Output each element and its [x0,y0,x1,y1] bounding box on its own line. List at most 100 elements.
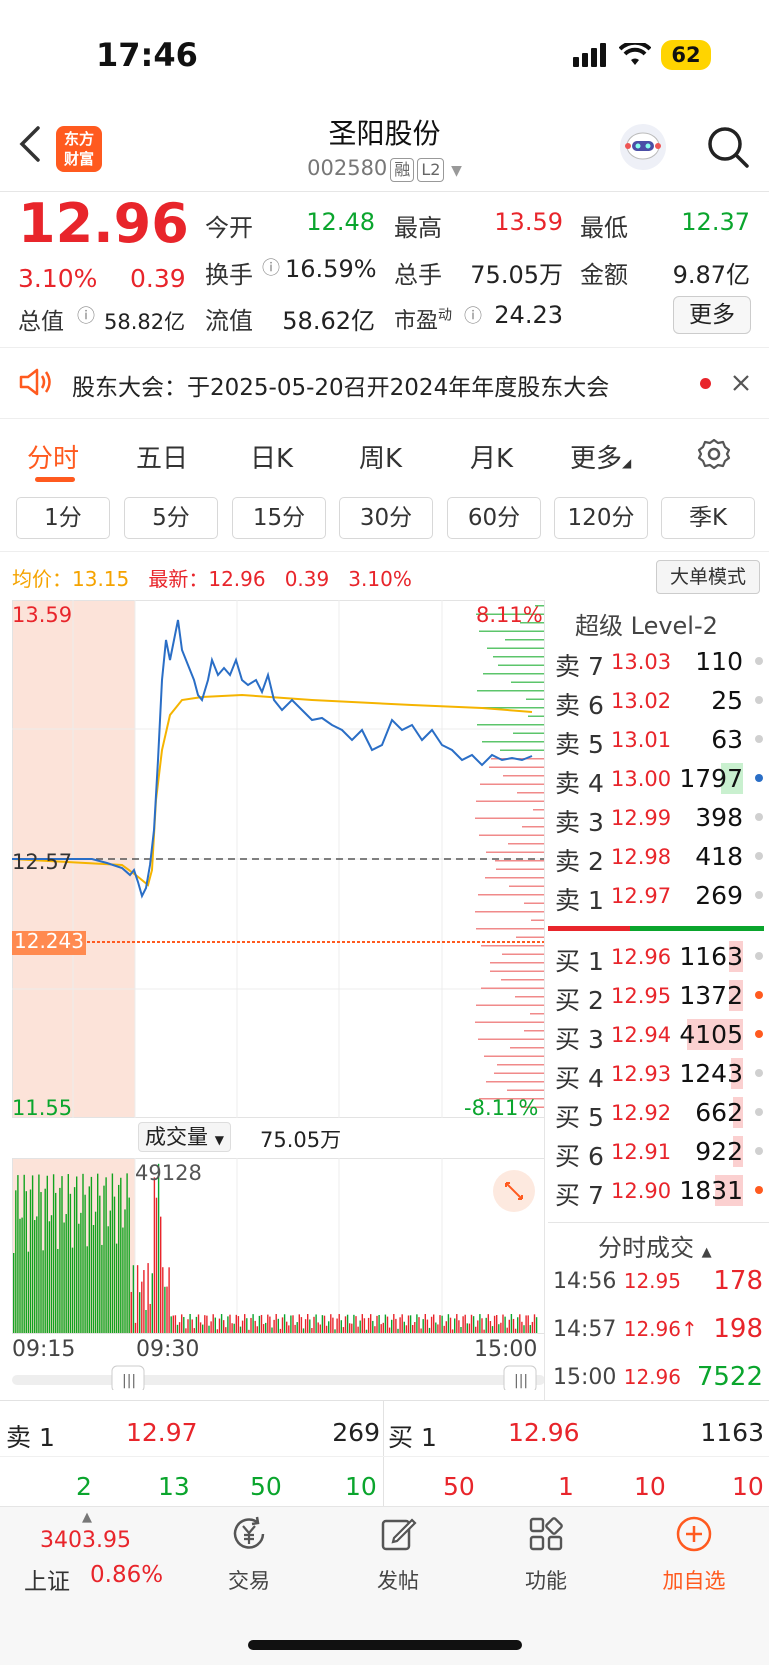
volume-bar [99,1195,101,1333]
depth-bar [500,749,545,751]
volume-bar [521,1321,523,1333]
close-icon[interactable] [732,374,750,392]
chip-1min[interactable]: 1分 [16,497,110,539]
volume-bar [183,1317,185,1333]
depth-bar [531,919,545,921]
volume-bar [517,1317,519,1333]
volume-bar [120,1177,122,1333]
status-dot [755,657,763,665]
tab-post[interactable]: 发帖 [338,1514,458,1595]
ask-price: 13.00 [611,767,672,791]
margin-tag: 融 [390,158,415,182]
chip-60min[interactable]: 60分 [447,497,541,539]
tab-weekly-k[interactable]: 周K [359,438,402,475]
depth-bar [522,826,545,828]
volume-bar [464,1314,466,1333]
depth-bar [498,664,545,666]
info-icon[interactable]: ⓘ [262,254,280,280]
volume-bar [181,1314,183,1333]
ask-volume: 63 [711,725,743,754]
volume-bar [21,1217,23,1333]
depth-bar [495,860,545,862]
index-pct[interactable]: 0.86% [90,1562,163,1588]
index-name[interactable]: 上证 [24,1562,70,1596]
info-icon[interactable]: ⓘ [77,302,95,328]
tab-monthly-k[interactable]: 月K [470,438,513,475]
volume-bar [27,1251,30,1333]
volume-bar [212,1314,214,1333]
depth-bar [524,902,545,904]
time-start-label: 09:15 [12,1337,76,1362]
search-icon[interactable] [706,125,750,169]
volume-bar [273,1319,275,1333]
add-circle-icon [676,1516,712,1552]
tab-intraday[interactable]: 分时 [27,438,79,475]
tick-time: 14:57 [553,1317,617,1342]
volume-bar [338,1314,340,1333]
volume-bars [13,1163,538,1333]
volume-bar [214,1317,216,1333]
ask-level-label: 卖 6 [555,691,604,720]
notice-text[interactable]: 股东大会：于2025-05-20召开2024年年度股东大会 [72,368,609,402]
volume-bar [380,1324,382,1333]
status-time: 17:46 [96,36,198,74]
ask-price: 13.01 [611,728,672,752]
tab-trade[interactable]: 交易 [189,1514,309,1595]
bottom-divider [0,1400,769,1401]
bid-volume: 1372 [679,981,743,1010]
volume-bar [489,1321,492,1333]
volume-bar [128,1197,130,1333]
bottom-bid-price: 12.96 [508,1418,580,1447]
time-mid-label: 09:30 [136,1337,200,1362]
volume-bar [309,1319,311,1333]
status-dot [755,774,763,782]
intraday-chart[interactable]: ||| ||| [12,600,545,1390]
tab-five-day[interactable]: 五日 [136,438,188,475]
depth-bar [483,673,545,675]
depth-bar [478,894,545,896]
volume-bar [31,1175,34,1333]
pct-top-label: 8.11% [476,603,543,627]
depth-bar [478,1038,545,1040]
stock-code: 002580 [307,156,388,180]
volume-bar [405,1325,408,1333]
level2-tag: L2 [417,158,445,182]
volume-indicator-select[interactable]: 成交量 ▼ [138,1122,231,1152]
depth-bar [528,715,545,717]
volume-bar [202,1324,204,1333]
tick-price: 12.96 [623,1365,681,1389]
index-value[interactable]: 3403.95 [40,1528,131,1553]
ask-price: 12.99 [611,806,672,830]
tick-volume: 7522 [696,1362,763,1392]
chip-5min[interactable]: 5分 [124,497,218,539]
chip-15min[interactable]: 15分 [232,497,326,539]
pe-value: 24.23 [494,301,563,329]
tick-title[interactable]: 分时成交 ▲ [598,1228,712,1263]
tab-add-watchlist[interactable]: 加自选 [634,1514,754,1595]
volume-bar [479,1314,481,1333]
chip-120min[interactable]: 120分 [554,497,648,539]
tab-daily-k[interactable]: 日K [250,438,293,475]
chip-30min[interactable]: 30分 [339,497,433,539]
bid-row: 买 2 12.95 1372 [555,977,765,1016]
tab-more[interactable]: 更多◢ [570,438,631,475]
volume-bar [254,1320,256,1333]
depth-bar [485,877,545,879]
tab-functions[interactable]: 功能 [486,1514,606,1595]
volume-bar [225,1327,227,1333]
change-amount: 0.39 [130,264,186,293]
volume-bar [153,1177,156,1333]
volume-bar [97,1173,99,1333]
volume-bar [378,1314,380,1333]
volume-bar [353,1314,355,1333]
volume-value: 75.05万 [470,261,563,289]
status-dot [755,813,763,821]
volume-bar [231,1323,233,1333]
more-button[interactable]: 更多 [673,296,751,334]
ask-volume: 25 [711,686,743,715]
chip-quarter-k[interactable]: 季K [661,497,755,539]
big-order-mode-button[interactable]: 大单模式 [656,560,760,594]
assistant-robot-icon[interactable] [620,124,666,170]
bid-queue-2: 1 [558,1472,574,1501]
settings-gear-icon[interactable] [697,437,731,471]
